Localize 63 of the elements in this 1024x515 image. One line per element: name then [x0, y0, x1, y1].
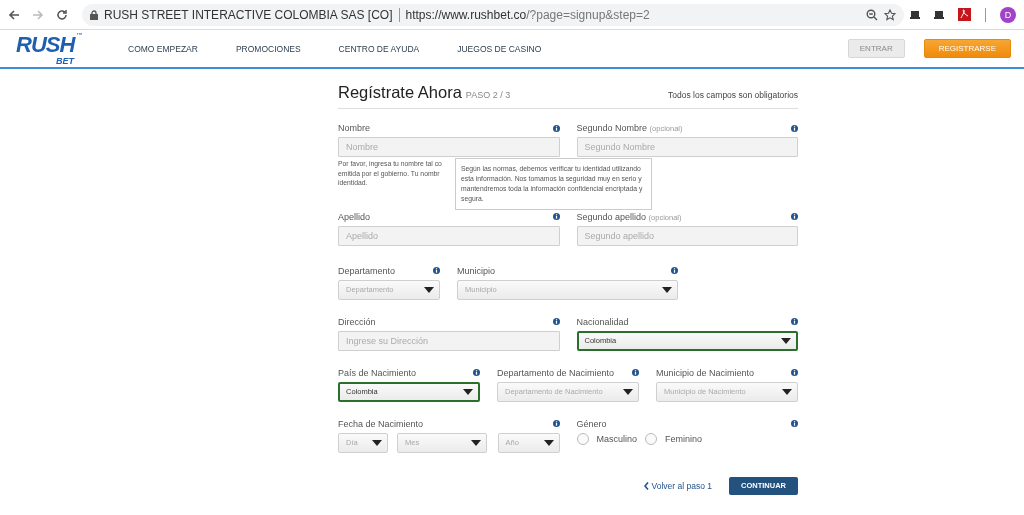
nav-link[interactable]: JUEGOS DE CASINO: [457, 43, 542, 54]
nav-link[interactable]: CENTRO DE AYUDA: [338, 43, 420, 54]
dropdown-caret-icon: [372, 439, 382, 446]
info-icon[interactable]: [552, 318, 560, 325]
field-label: Departamento de Nacimiento: [497, 367, 615, 378]
field-label: Fecha de Nacimiento: [338, 418, 424, 429]
info-icon[interactable]: [791, 420, 798, 427]
field-label: Municipio: [457, 265, 496, 276]
site-identity: RUSH STREET INTERACTIVE COLOMBIA SAS [CO]: [104, 7, 393, 22]
info-icon[interactable]: [632, 369, 639, 376]
dropdown-caret-icon: [543, 439, 554, 446]
page-title: Regístrate Ahora: [338, 83, 462, 102]
back-icon[interactable]: [8, 8, 20, 21]
info-icon[interactable]: [552, 124, 560, 132]
lock-icon: [90, 9, 98, 20]
field-label: Género: [576, 418, 607, 429]
address-bar[interactable]: RUSH STREET INTERACTIVE COLOMBIA SAS [CO] https://www.rushbet.co/?page=signup&step=2: [82, 3, 904, 26]
back-link[interactable]: Volver al paso 1: [643, 480, 712, 491]
radio-circle[interactable]: [576, 432, 589, 445]
info-icon[interactable]: [552, 420, 560, 427]
info-icon[interactable]: [791, 124, 798, 132]
star-icon[interactable]: [884, 8, 896, 21]
text-field[interactable]: Nombre: [338, 137, 560, 157]
info-icon[interactable]: [552, 213, 560, 220]
field-label: Municipio de Nacimiento: [656, 367, 755, 378]
text-field[interactable]: Ingrese su Dirección: [338, 330, 560, 351]
info-icon[interactable]: [791, 213, 798, 220]
info-icon[interactable]: [671, 267, 678, 274]
dropdown-caret-icon: [782, 388, 792, 395]
nav-link[interactable]: PROMOCIONES: [235, 43, 301, 54]
dropdown-caret-icon: [781, 337, 791, 344]
field-label: Nombre: [338, 123, 370, 133]
field-label: Apellido: [338, 211, 371, 222]
info-icon[interactable]: [473, 369, 480, 376]
text-field[interactable]: Apellido: [338, 225, 560, 246]
dropdown-caret-icon: [463, 388, 473, 395]
radio-circle[interactable]: [645, 432, 658, 445]
info-icon[interactable]: [433, 267, 440, 274]
extension-icon[interactable]: [910, 10, 920, 19]
dropdown-caret-icon: [424, 286, 434, 293]
extension-icon[interactable]: [934, 10, 944, 19]
field-label: País de Nacimiento: [338, 367, 417, 378]
required-note: Todos los campos son obligatorios: [668, 90, 798, 100]
dropdown-caret-icon: [471, 439, 481, 446]
reload-icon[interactable]: [56, 8, 68, 21]
field-label: Nacionalidad: [576, 316, 629, 327]
zoom-icon[interactable]: [866, 8, 878, 21]
nav-link[interactable]: COMO EMPEZAR: [128, 43, 198, 54]
text-field[interactable]: Segundo apellido: [576, 225, 798, 246]
profile-avatar[interactable]: D: [1000, 6, 1016, 23]
field-label: Departamento: [338, 265, 396, 276]
radio-option[interactable]: Masculino: [576, 432, 638, 445]
radio-option[interactable]: Feminino: [645, 432, 703, 445]
dropdown-caret-icon: [623, 388, 633, 395]
chevron-left-icon: [643, 481, 649, 490]
pdf-icon[interactable]: [958, 8, 971, 21]
info-icon[interactable]: [791, 369, 798, 376]
dropdown-caret-icon: [662, 286, 672, 293]
step-indicator: PASO 2 / 3: [465, 90, 511, 100]
text-field[interactable]: Segundo Nombre: [576, 137, 798, 157]
field-label: Dirección: [338, 316, 376, 327]
url-text: https://www.rushbet.co/?page=signup&step=2: [405, 7, 650, 22]
info-icon[interactable]: [791, 318, 798, 325]
